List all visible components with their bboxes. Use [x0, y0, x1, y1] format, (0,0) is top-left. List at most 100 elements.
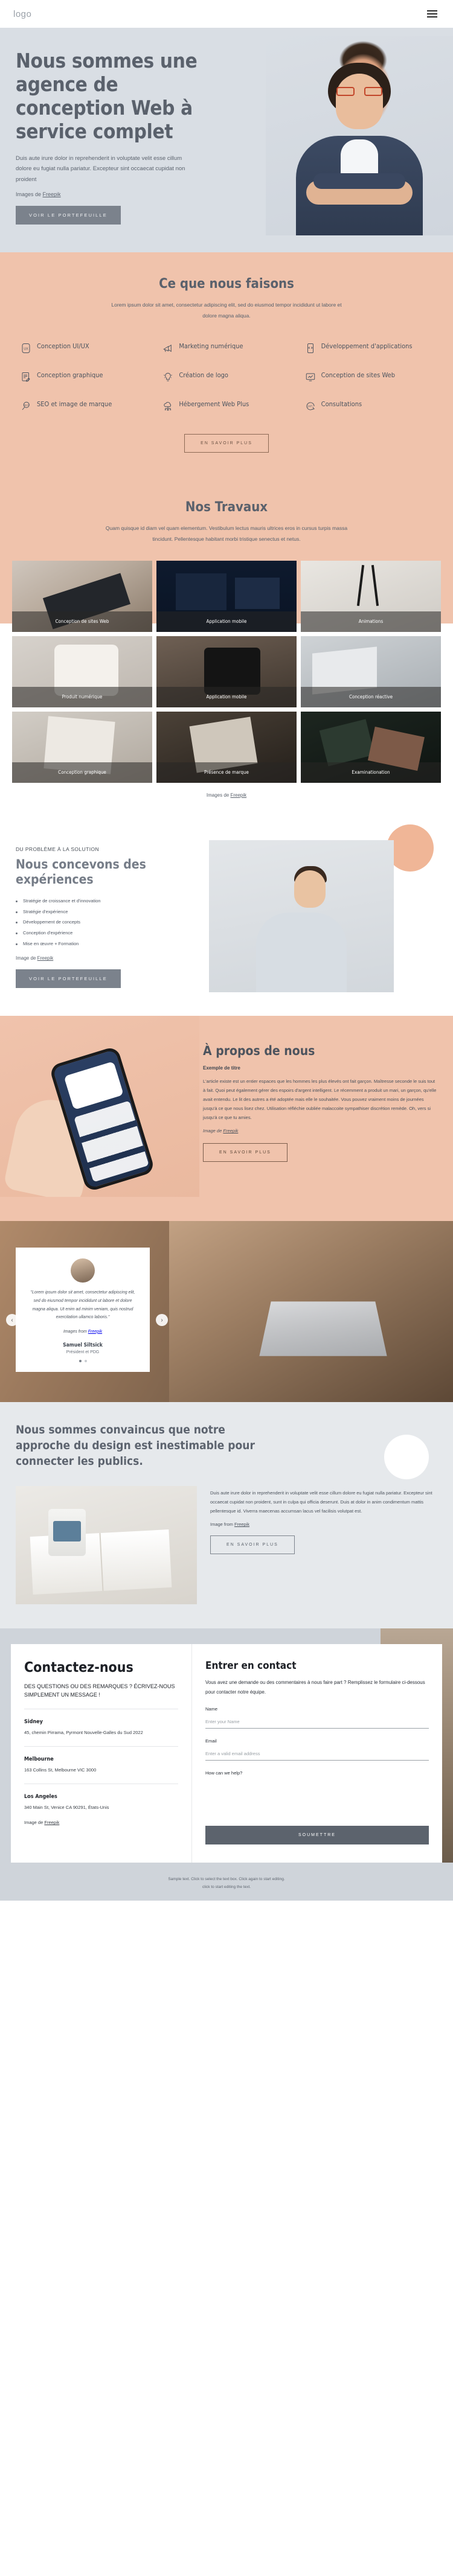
- photo-body: [256, 912, 347, 992]
- email-label: Email: [205, 1738, 217, 1744]
- service-label: Consultations: [321, 400, 362, 409]
- hero-section: Nous sommes une agence de conception Web…: [0, 28, 453, 253]
- name-label: Name: [205, 1706, 218, 1712]
- freepik-link[interactable]: Freepik: [223, 1128, 238, 1133]
- list-item: Stratégie d'expérience: [16, 907, 197, 917]
- about-photo: [0, 1016, 199, 1197]
- carousel-dot[interactable]: [79, 1359, 82, 1362]
- conviction-body: Duis aute irure dolor in reprehenderit i…: [210, 1490, 432, 1514]
- form-intro: Vous avez une demande ou des commentaire…: [205, 1680, 425, 1695]
- hero-image-credit: Images de Freepik: [16, 191, 437, 197]
- svg-text:24/7: 24/7: [307, 405, 313, 408]
- list-item: Mise en œuvre + Formation: [16, 939, 197, 949]
- portfolio-section: Nos Travaux Quam quisque id diam vel qua…: [0, 479, 453, 818]
- freepik-link[interactable]: Freepik: [37, 955, 54, 961]
- lightbulb-icon: [162, 371, 173, 383]
- portfolio-caption: Conception graphique: [12, 762, 152, 783]
- email-input[interactable]: [205, 1749, 429, 1761]
- portfolio-card[interactable]: Application mobile: [156, 560, 297, 632]
- svg-text:UX: UX: [24, 347, 28, 351]
- service-item-logo-creation[interactable]: Création de logo: [158, 371, 295, 383]
- service-item-web-design[interactable]: Conception de sites Web: [300, 371, 437, 383]
- about-learn-more-button[interactable]: EN SAVOIR PLUS: [203, 1143, 288, 1162]
- portfolio-card[interactable]: Conception réactive: [301, 636, 441, 707]
- solution-section: DU PROBLÈME À LA SOLUTION Nous concevons…: [0, 818, 453, 1016]
- service-label: Conception de sites Web: [321, 371, 396, 380]
- portfolio-card[interactable]: Examinationation: [301, 711, 441, 783]
- conviction-learn-more-button[interactable]: EN SAVOIR PLUS: [210, 1535, 295, 1555]
- contact-image-credit: Image de Freepik: [24, 1820, 178, 1825]
- credit-prefix: Image de: [24, 1820, 45, 1826]
- office-city: Sidney: [24, 1719, 43, 1726]
- testimonial-card: "Lorem ipsum dolor sit amet, consectetur…: [16, 1248, 150, 1372]
- testimonial-author-name: Samuel Siltsick: [63, 1342, 103, 1348]
- portfolio-caption: Conception réactive: [301, 686, 441, 707]
- divider: [24, 1746, 178, 1747]
- office-city: Los Angeles: [24, 1794, 57, 1800]
- portfolio-card[interactable]: Conception de sites Web: [12, 560, 152, 632]
- portfolio-card[interactable]: Application mobile: [156, 636, 297, 707]
- form-title: Entrer en contact: [205, 1660, 297, 1672]
- document-pen-icon: [21, 371, 31, 383]
- solution-title: Nous concevons des expériences: [16, 856, 146, 887]
- service-label: Marketing numérique: [179, 342, 243, 351]
- freepik-link[interactable]: Freepik: [44, 1820, 59, 1825]
- service-item-app-development[interactable]: Développement d'applications: [300, 342, 437, 354]
- about-section: À propos de nous Exemple de titre L'arti…: [0, 1016, 453, 1222]
- service-item-ui-ux[interactable]: UX Conception UI/UX: [16, 342, 153, 354]
- portfolio-caption: Présence de marque: [156, 762, 297, 783]
- message-input[interactable]: [205, 1779, 429, 1812]
- chevron-right-icon[interactable]: ›: [156, 1314, 168, 1327]
- portfolio-caption: Application mobile: [156, 611, 297, 632]
- solution-kicker: DU PROBLÈME À LA SOLUTION: [16, 846, 100, 852]
- contact-subtitle: DES QUESTIONS OU DES REMARQUES ? ÉCRIVEZ…: [24, 1683, 175, 1698]
- service-item-graphic-design[interactable]: Conception graphique: [16, 371, 153, 383]
- carousel-dot[interactable]: [84, 1359, 87, 1362]
- freepik-link[interactable]: Freepik: [88, 1330, 102, 1334]
- service-item-consultations[interactable]: 24/7 Consultations: [300, 400, 437, 412]
- solution-image-credit: Image de Freepik: [16, 955, 197, 961]
- avatar: [71, 1258, 95, 1283]
- services-learn-more-button[interactable]: EN SAVOIR PLUS: [184, 434, 269, 453]
- seo-magnifier-icon: SEO: [21, 400, 31, 412]
- hero-portfolio-button[interactable]: VOIR LE PORTEFEUILLE: [16, 206, 121, 225]
- carousel-dots[interactable]: [27, 1359, 139, 1362]
- monitor-chart-icon: [305, 371, 316, 383]
- about-image-credit: Image de Freepik: [203, 1128, 437, 1133]
- solution-portfolio-button[interactable]: VOIR LE PORTEFEUILLE: [16, 969, 121, 989]
- conviction-image-credit: Image from Freepik: [210, 1522, 437, 1527]
- freepik-link[interactable]: Freepik: [43, 191, 61, 197]
- site-logo[interactable]: logo: [13, 9, 31, 19]
- megaphone-icon: [162, 342, 173, 354]
- testimonial-background-photo: [169, 1221, 453, 1403]
- code-phone-icon: [305, 342, 316, 354]
- conviction-title: Nous sommes convaincus que notre approch…: [16, 1423, 255, 1468]
- freepik-link[interactable]: Freepik: [234, 1522, 249, 1527]
- credit-prefix: Image from: [210, 1522, 235, 1528]
- portfolio-card[interactable]: Animations: [301, 560, 441, 632]
- portfolio-card[interactable]: Produit numérique: [12, 636, 152, 707]
- hero-paragraph: Duis aute irure dolor in reprehenderit i…: [16, 155, 185, 183]
- name-input[interactable]: [205, 1717, 429, 1729]
- hamburger-icon[interactable]: [425, 8, 440, 20]
- portfolio-card[interactable]: Présence de marque: [156, 711, 297, 783]
- freepik-link[interactable]: Freepik: [230, 792, 246, 798]
- footer-line-1: Sample text. Click to select the text bo…: [168, 1877, 285, 1882]
- svg-text:SEO: SEO: [24, 404, 29, 406]
- contact-title: Contactez-nous: [24, 1660, 133, 1676]
- service-item-web-hosting[interactable]: Hébergement Web Plus: [158, 400, 295, 412]
- solution-list: Stratégie de croissance et d'innovation …: [16, 896, 197, 949]
- 24-7-support-icon: 24/7: [305, 400, 316, 412]
- service-item-seo-branding[interactable]: SEO SEO et image de marque: [16, 400, 153, 412]
- contact-section: Contactez-nous DES QUESTIONS OU DES REMA…: [0, 1628, 453, 1863]
- service-label: Conception graphique: [37, 371, 103, 380]
- office-address: 340 Main St, Venice CA 90291, États-Unis: [24, 1805, 109, 1811]
- service-label: Développement d'applications: [321, 342, 413, 351]
- service-label: Conception UI/UX: [37, 342, 89, 351]
- services-section: Ce que nous faisons Lorem ipsum dolor si…: [0, 252, 453, 480]
- portfolio-card[interactable]: Conception graphique: [12, 711, 152, 783]
- submit-button[interactable]: SOUMETTRE: [205, 1826, 429, 1845]
- conviction-section: Nous sommes convaincus que notre approch…: [0, 1402, 453, 1629]
- service-item-digital-marketing[interactable]: Marketing numérique: [158, 342, 295, 354]
- office-city: Melbourne: [24, 1756, 54, 1763]
